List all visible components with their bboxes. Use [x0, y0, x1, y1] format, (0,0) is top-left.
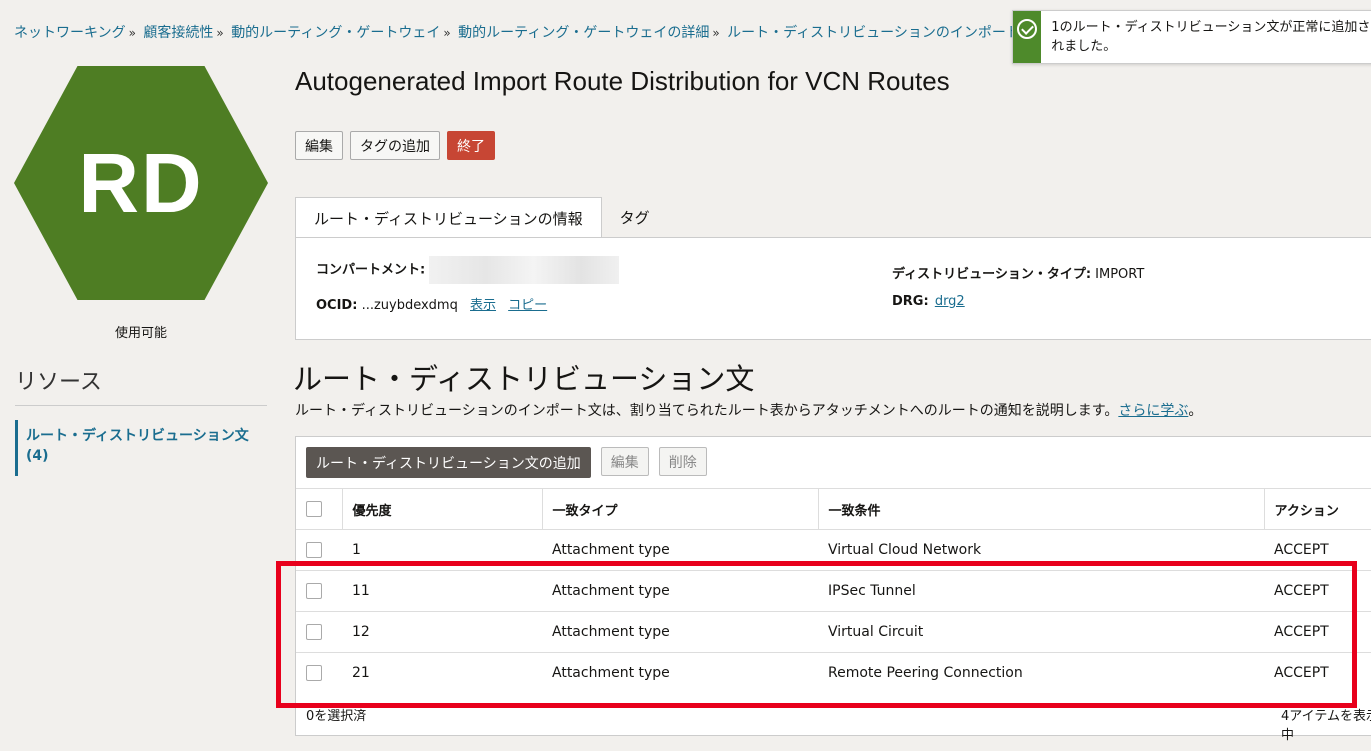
compartment-value-masked [429, 256, 620, 284]
tab-tags[interactable]: タグ [602, 197, 668, 237]
cell-match-criteria: Remote Peering Connection [818, 652, 1264, 694]
items-count: 4アイテムを表示中 [1281, 709, 1371, 743]
action-bar: 編集 タグの追加 終了 [295, 131, 495, 160]
edit-statement-button[interactable]: 編集 [600, 447, 649, 476]
distribution-type-label: ディストリビューション・タイプ: [892, 267, 1092, 282]
header-action[interactable]: アクション [1264, 488, 1371, 530]
toast-message: 1のルート・ディストリビューション文が正常に追加されました。 [1051, 20, 1371, 54]
status-label: 使用可能 [114, 326, 167, 341]
statements-table: 優先度 一致タイプ 一致条件 アクション 1 Attachment type V… [296, 488, 1371, 694]
table-row: 21 Attachment type Remote Peering Connec… [296, 652, 1371, 694]
header-priority[interactable]: 優先度 [342, 488, 543, 530]
cell-match-criteria: IPSec Tunnel [818, 570, 1264, 612]
header-match-type[interactable]: 一致タイプ [542, 488, 819, 530]
resource-item-statements[interactable]: ルート・ディストリビューション文(4) [15, 420, 267, 476]
cell-priority: 1 [342, 529, 542, 571]
distribution-type-value: IMPORT [1095, 267, 1145, 282]
drg-row: DRG: drg2 [892, 294, 965, 309]
drg-link[interactable]: drg2 [935, 294, 965, 309]
ocid-value: ...zuybdexdmq [361, 298, 458, 313]
cell-priority: 11 [342, 570, 542, 612]
info-panel: コンパートメント: OCID: ...zuybdexdmq 表示 コピー ディス… [295, 237, 1371, 340]
cell-action: ACCEPT [1264, 529, 1371, 571]
statements-table-panel: ルート・ディストリビューション文の追加 編集 削除 優先度 一致タイプ 一致条件… [295, 436, 1371, 743]
cell-match-type: Attachment type [542, 570, 818, 612]
table-toolbar: ルート・ディストリビューション文の追加 編集 削除 [306, 447, 707, 478]
cell-action: ACCEPT [1264, 611, 1371, 653]
add-statement-button[interactable]: ルート・ディストリビューション文の追加 [306, 447, 591, 478]
compartment-row: コンパートメント: [316, 256, 620, 284]
table-row: 12 Attachment type Virtual Circuit ACCEP… [296, 611, 1371, 653]
breadcrumb-import-distribution[interactable]: ルート・ディストリビューションのインポート [727, 25, 1014, 41]
tab-bar: ルート・ディストリビューションの情報 タグ [295, 197, 668, 238]
table-header-row: 優先度 一致タイプ 一致条件 アクション [296, 488, 1371, 530]
cell-match-type: Attachment type [542, 529, 818, 571]
row-checkbox[interactable] [306, 542, 322, 558]
success-toast: 1のルート・ディストリビューション文が正常に追加されました。 [1012, 10, 1371, 64]
cell-match-criteria: Virtual Circuit [818, 611, 1264, 653]
divider [15, 405, 267, 406]
resource-initials: RD [78, 135, 204, 230]
section-title: ルート・ディストリビューション文 [293, 364, 755, 396]
add-tag-button[interactable]: タグの追加 [350, 131, 440, 160]
resources-title: リソース [15, 370, 102, 395]
header-match-criteria[interactable]: 一致条件 [818, 488, 1265, 530]
cell-action: ACCEPT [1264, 570, 1371, 612]
select-all-checkbox[interactable] [306, 501, 322, 517]
cell-priority: 12 [342, 611, 542, 653]
drg-label: DRG: [892, 294, 929, 309]
section-description: ルート・ディストリビューションのインポート文は、割り当てられたルート表からアタッ… [295, 400, 1202, 420]
delete-statement-button[interactable]: 削除 [658, 447, 707, 476]
row-checkbox[interactable] [306, 665, 322, 682]
description-period: 。 [1188, 403, 1203, 419]
terminate-button[interactable]: 終了 [447, 131, 495, 160]
distribution-type-row: ディストリビューション・タイプ: IMPORT [892, 263, 1144, 282]
ocid-label: OCID: [316, 298, 358, 313]
cell-match-criteria: Virtual Cloud Network [818, 529, 1264, 571]
show-ocid-link[interactable]: 表示 [470, 298, 496, 313]
compartment-label: コンパートメント: [316, 262, 426, 278]
page-title: Autogenerated Import Route Distribution … [295, 66, 950, 96]
check-circle-icon [1017, 19, 1038, 39]
row-checkbox[interactable] [306, 583, 322, 599]
breadcrumb-drg-details[interactable]: 動的ルーティング・ゲートウェイの詳細 [458, 25, 709, 41]
resource-icon: RD [14, 66, 268, 300]
selection-count: 0を選択済 [306, 709, 367, 724]
breadcrumb-customer-connectivity[interactable]: 顧客接続性 [143, 25, 213, 41]
breadcrumb: ネットワーキング» 顧客接続性» 動的ルーティング・ゲートウェイ» 動的ルーティ… [14, 22, 1014, 42]
breadcrumb-networking[interactable]: ネットワーキング [14, 25, 126, 41]
tab-info[interactable]: ルート・ディストリビューションの情報 [295, 197, 602, 238]
copy-ocid-link[interactable]: コピー [508, 298, 547, 313]
cell-match-type: Attachment type [542, 611, 818, 653]
cell-priority: 21 [342, 652, 542, 694]
row-checkbox[interactable] [306, 624, 322, 640]
cell-action: ACCEPT [1264, 652, 1371, 694]
table-row: 11 Attachment type IPSec Tunnel ACCEPT [296, 570, 1371, 612]
cell-match-type: Attachment type [542, 652, 818, 694]
edit-button[interactable]: 編集 [295, 131, 343, 160]
table-row: 1 Attachment type Virtual Cloud Network … [296, 529, 1371, 571]
ocid-row: OCID: ...zuybdexdmq 表示 コピー [316, 294, 547, 313]
learn-more-link[interactable]: さらに学ぶ [1118, 403, 1188, 419]
breadcrumb-drg[interactable]: 動的ルーティング・ゲートウェイ [231, 25, 440, 41]
section-description-text: ルート・ディストリビューションのインポート文は、割り当てられたルート表からアタッ… [295, 403, 1119, 419]
